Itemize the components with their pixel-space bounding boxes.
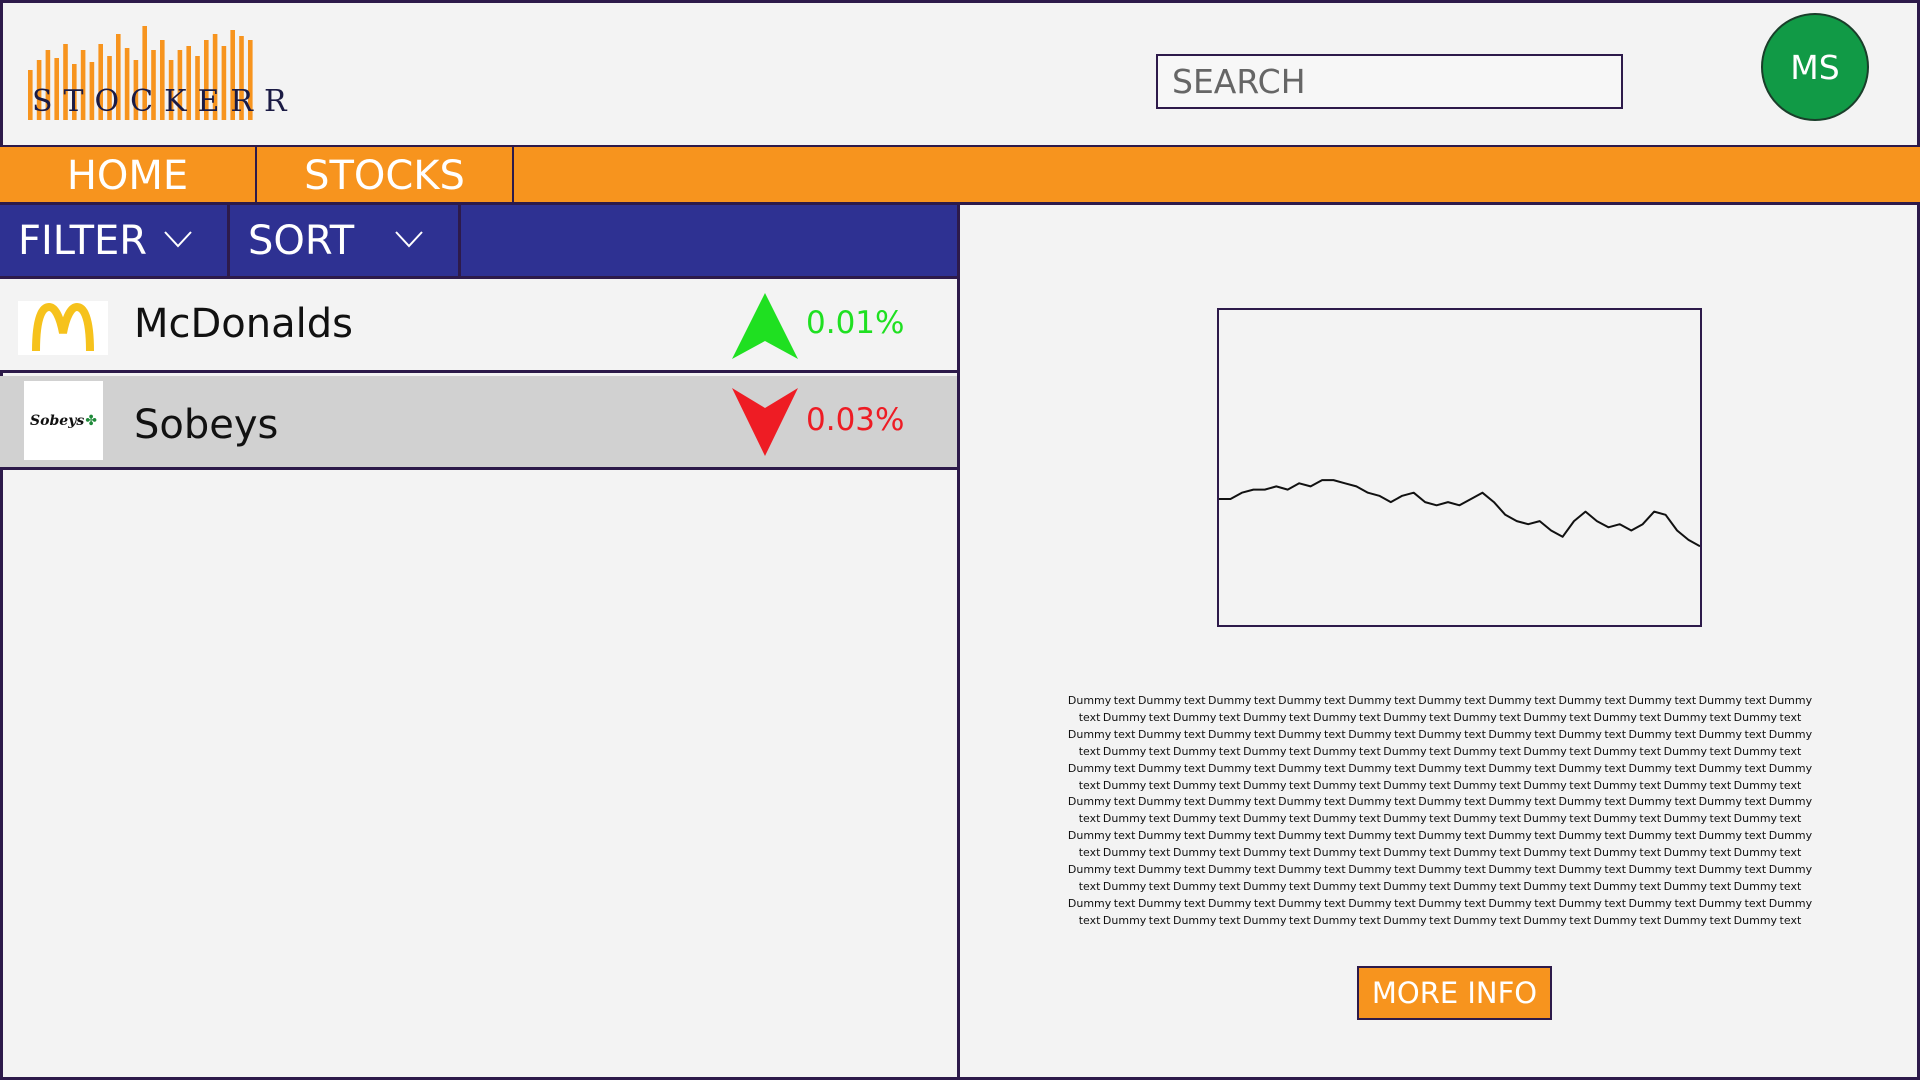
tab-stocks-label: STOCKS (304, 152, 465, 199)
chevron-down-icon (164, 231, 192, 248)
tab-stocks[interactable]: STOCKS (257, 147, 514, 204)
logo-text: STOCKERR (32, 84, 298, 119)
filter-dropdown[interactable]: FILTER (0, 205, 230, 276)
more-info-button[interactable]: MORE INFO (1357, 966, 1552, 1020)
stock-change: 0.01% (806, 305, 905, 341)
mcdonalds-arches-icon (32, 303, 94, 352)
stock-name: McDonalds (134, 301, 353, 347)
tab-home-label: HOME (66, 152, 189, 199)
stock-name: Sobeys (134, 402, 279, 448)
mcdonalds-logo (18, 301, 108, 355)
chevron-down-icon (395, 231, 423, 248)
stock-row-sobeys[interactable]: Sobeys ✤ Sobeys 0.03% (0, 376, 957, 470)
price-chart-svg (1219, 479, 1701, 548)
stock-row-mcdonalds[interactable]: McDonalds 0.01% (0, 279, 957, 373)
avatar-initials: MS (1790, 47, 1840, 87)
more-info-label: MORE INFO (1371, 976, 1538, 1010)
filter-label: FILTER (18, 217, 148, 264)
stock-list-panel: FILTER SORT McDonalds 0.01% Sobeys ✤ Sob… (0, 205, 960, 1080)
user-avatar[interactable]: MS (1761, 13, 1869, 121)
arrow-up-icon (732, 293, 798, 359)
stock-change: 0.03% (806, 402, 905, 438)
search-input[interactable] (1156, 54, 1623, 109)
clover-icon: ✤ (85, 412, 97, 428)
price-line (1219, 479, 1701, 548)
stockerr-logo[interactable]: STOCKERR (26, 18, 298, 122)
main-nav: HOME STOCKS (0, 145, 1920, 205)
arrow-down-icon (732, 388, 798, 456)
tab-home[interactable]: HOME (0, 147, 257, 204)
sobeys-logo: Sobeys ✤ (24, 381, 103, 460)
price-chart (1217, 308, 1702, 627)
header: STOCKERR MS (0, 0, 1920, 145)
sort-label: SORT (248, 217, 355, 264)
sort-dropdown[interactable]: SORT (230, 205, 461, 276)
stock-description: Dummy text Dummy text Dummy text Dummy t… (1067, 694, 1813, 927)
list-toolbar: FILTER SORT (0, 205, 957, 279)
sobeys-logo-text: Sobeys (30, 412, 85, 429)
